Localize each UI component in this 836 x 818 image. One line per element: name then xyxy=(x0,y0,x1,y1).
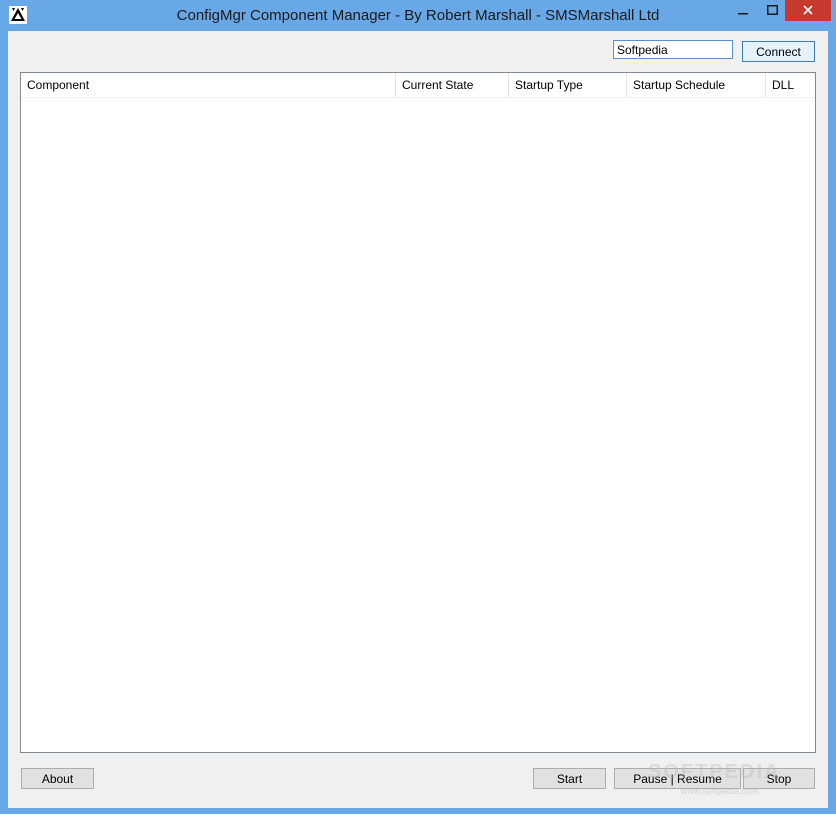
client-area: Connect Component Current State Startup … xyxy=(8,31,828,808)
start-button[interactable]: Start xyxy=(533,768,606,789)
stop-button[interactable]: Stop xyxy=(743,768,815,789)
column-header-current-state[interactable]: Current State xyxy=(396,73,509,97)
column-header-component[interactable]: Component xyxy=(21,73,396,97)
column-header-dll[interactable]: DLL xyxy=(766,73,815,97)
title-bar[interactable]: ConfigMgr Component Manager - By Robert … xyxy=(0,0,836,31)
close-icon xyxy=(803,4,813,18)
column-header-startup-type[interactable]: Startup Type xyxy=(509,73,627,97)
maximize-icon xyxy=(766,4,778,18)
connect-button[interactable]: Connect xyxy=(742,41,815,62)
window-title: ConfigMgr Component Manager - By Robert … xyxy=(176,7,660,24)
server-name-input[interactable] xyxy=(613,40,733,59)
minimize-button[interactable] xyxy=(727,0,759,21)
list-header: Component Current State Startup Type Sta… xyxy=(21,73,815,98)
column-header-startup-schedule[interactable]: Startup Schedule xyxy=(627,73,766,97)
pause-resume-button[interactable]: Pause | Resume xyxy=(614,768,741,789)
component-list[interactable]: Component Current State Startup Type Sta… xyxy=(20,72,816,753)
close-button[interactable] xyxy=(785,0,831,21)
app-window: ConfigMgr Component Manager - By Robert … xyxy=(0,0,836,814)
about-button[interactable]: About xyxy=(21,768,94,789)
maximize-button[interactable] xyxy=(759,0,785,21)
minimize-icon xyxy=(738,4,748,18)
